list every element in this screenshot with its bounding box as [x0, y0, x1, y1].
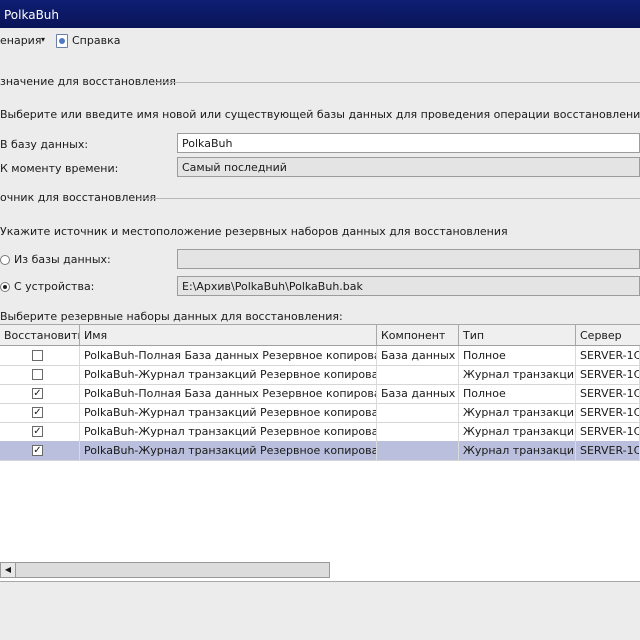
restore-checkbox[interactable]: [32, 369, 43, 380]
restore-cell: ✓: [0, 441, 80, 460]
cell-component: База данных: [377, 384, 459, 403]
table-row[interactable]: PolkaBuh-Журнал транзакций Резервное коп…: [0, 365, 640, 385]
script-button[interactable]: енария: [0, 34, 41, 47]
column-header-server[interactable]: Сервер: [576, 325, 640, 345]
from-device-path-input[interactable]: E:\Архив\PolkaBuh\PolkaBuh.bak: [177, 276, 640, 296]
cell-type: Журнал транзакций: [459, 365, 576, 384]
cell-name: PolkaBuh-Журнал транзакций Резервное коп…: [80, 441, 377, 460]
cell-type: Журнал транзакций: [459, 422, 576, 441]
table-row[interactable]: ✓ PolkaBuh-Полная База данных Резервное к…: [0, 384, 640, 404]
restore-cell: [0, 346, 80, 365]
window-title: PolkaBuh: [4, 8, 60, 22]
restore-checkbox[interactable]: ✓: [32, 445, 43, 456]
column-header-name[interactable]: Имя: [80, 325, 377, 345]
point-in-time-input[interactable]: Самый последний: [177, 157, 640, 177]
column-header-component[interactable]: Компонент: [377, 325, 459, 345]
table-row[interactable]: PolkaBuh-Полная База данных Резервное ко…: [0, 346, 640, 366]
dialog-footer: [0, 582, 640, 640]
restore-checkbox[interactable]: ✓: [32, 407, 43, 418]
backup-sets-title: Выберите резервные наборы данных для вос…: [0, 310, 343, 323]
table-row[interactable]: ✓ PolkaBuh-Журнал транзакций Резервное ко…: [0, 422, 640, 442]
cell-type: Журнал транзакций: [459, 403, 576, 422]
cell-type: Полное: [459, 346, 576, 365]
column-header-type[interactable]: Тип: [459, 325, 576, 345]
cell-type: Журнал транзакций: [459, 441, 576, 460]
cell-server: SERVER-1C: [576, 384, 640, 403]
cell-server: SERVER-1C: [576, 422, 640, 441]
cell-component: База данных: [377, 346, 459, 365]
from-database-label: Из базы данных:: [14, 253, 111, 266]
cell-name: PolkaBuh-Полная База данных Резервное ко…: [80, 346, 377, 365]
database-label: В базу данных:: [0, 138, 89, 151]
cell-server: SERVER-1C: [576, 365, 640, 384]
restore-checkbox[interactable]: ✓: [32, 426, 43, 437]
table-row[interactable]: ✓ PolkaBuh-Журнал транзакций Резервное ко…: [0, 403, 640, 423]
cell-server: SERVER-1C: [576, 441, 640, 460]
backup-sets-grid: Восстановить Имя Компонент Тип Сервер Po…: [0, 324, 640, 582]
cell-name: PolkaBuh-Журнал транзакций Резервное коп…: [80, 403, 377, 422]
window-title-bar: PolkaBuh: [0, 0, 640, 28]
help-button[interactable]: Справка: [72, 34, 120, 47]
from-database-radio[interactable]: [0, 255, 10, 265]
from-database-select[interactable]: [177, 249, 640, 269]
database-input[interactable]: PolkaBuh: [177, 133, 640, 153]
help-book-icon[interactable]: [56, 34, 68, 48]
scroll-left-icon[interactable]: ◀: [1, 563, 16, 577]
horizontal-scrollbar[interactable]: ◀: [0, 562, 330, 578]
cell-component: [377, 403, 459, 422]
destination-section-title: значение для восстановления: [0, 75, 177, 88]
source-section-title: очник для восстановления: [0, 191, 157, 204]
restore-cell: [0, 365, 80, 384]
cell-server: SERVER-1C: [576, 403, 640, 422]
restore-cell: ✓: [0, 403, 80, 422]
cell-name: PolkaBuh-Полная База данных Резервное ко…: [80, 384, 377, 403]
cell-component: [377, 422, 459, 441]
cell-component: [377, 365, 459, 384]
from-device-label: С устройства:: [14, 280, 95, 293]
cell-server: SERVER-1C: [576, 346, 640, 365]
restore-cell: ✓: [0, 422, 80, 441]
cell-type: Полное: [459, 384, 576, 403]
restore-cell: ✓: [0, 384, 80, 403]
destination-divider: [152, 82, 640, 83]
column-header-restore[interactable]: Восстановить: [0, 325, 80, 345]
source-divider: [140, 198, 640, 199]
restore-checkbox[interactable]: [32, 350, 43, 361]
script-dropdown-icon[interactable]: ▾: [41, 35, 45, 44]
grid-header-row: Восстановить Имя Компонент Тип Сервер: [0, 325, 640, 346]
cell-component: [377, 441, 459, 460]
from-device-radio[interactable]: [0, 282, 10, 292]
toolbar: енария ▾ Справка: [0, 28, 640, 54]
cell-name: PolkaBuh-Журнал транзакций Резервное коп…: [80, 422, 377, 441]
source-description: Укажите источник и местоположение резерв…: [0, 225, 508, 238]
destination-description: Выберите или введите имя новой или сущес…: [0, 108, 640, 121]
point-in-time-label: К моменту времени:: [0, 162, 119, 175]
cell-name: PolkaBuh-Журнал транзакций Резервное коп…: [80, 365, 377, 384]
table-row[interactable]: ✓ PolkaBuh-Журнал транзакций Резервное ко…: [0, 441, 640, 461]
restore-checkbox[interactable]: ✓: [32, 388, 43, 399]
